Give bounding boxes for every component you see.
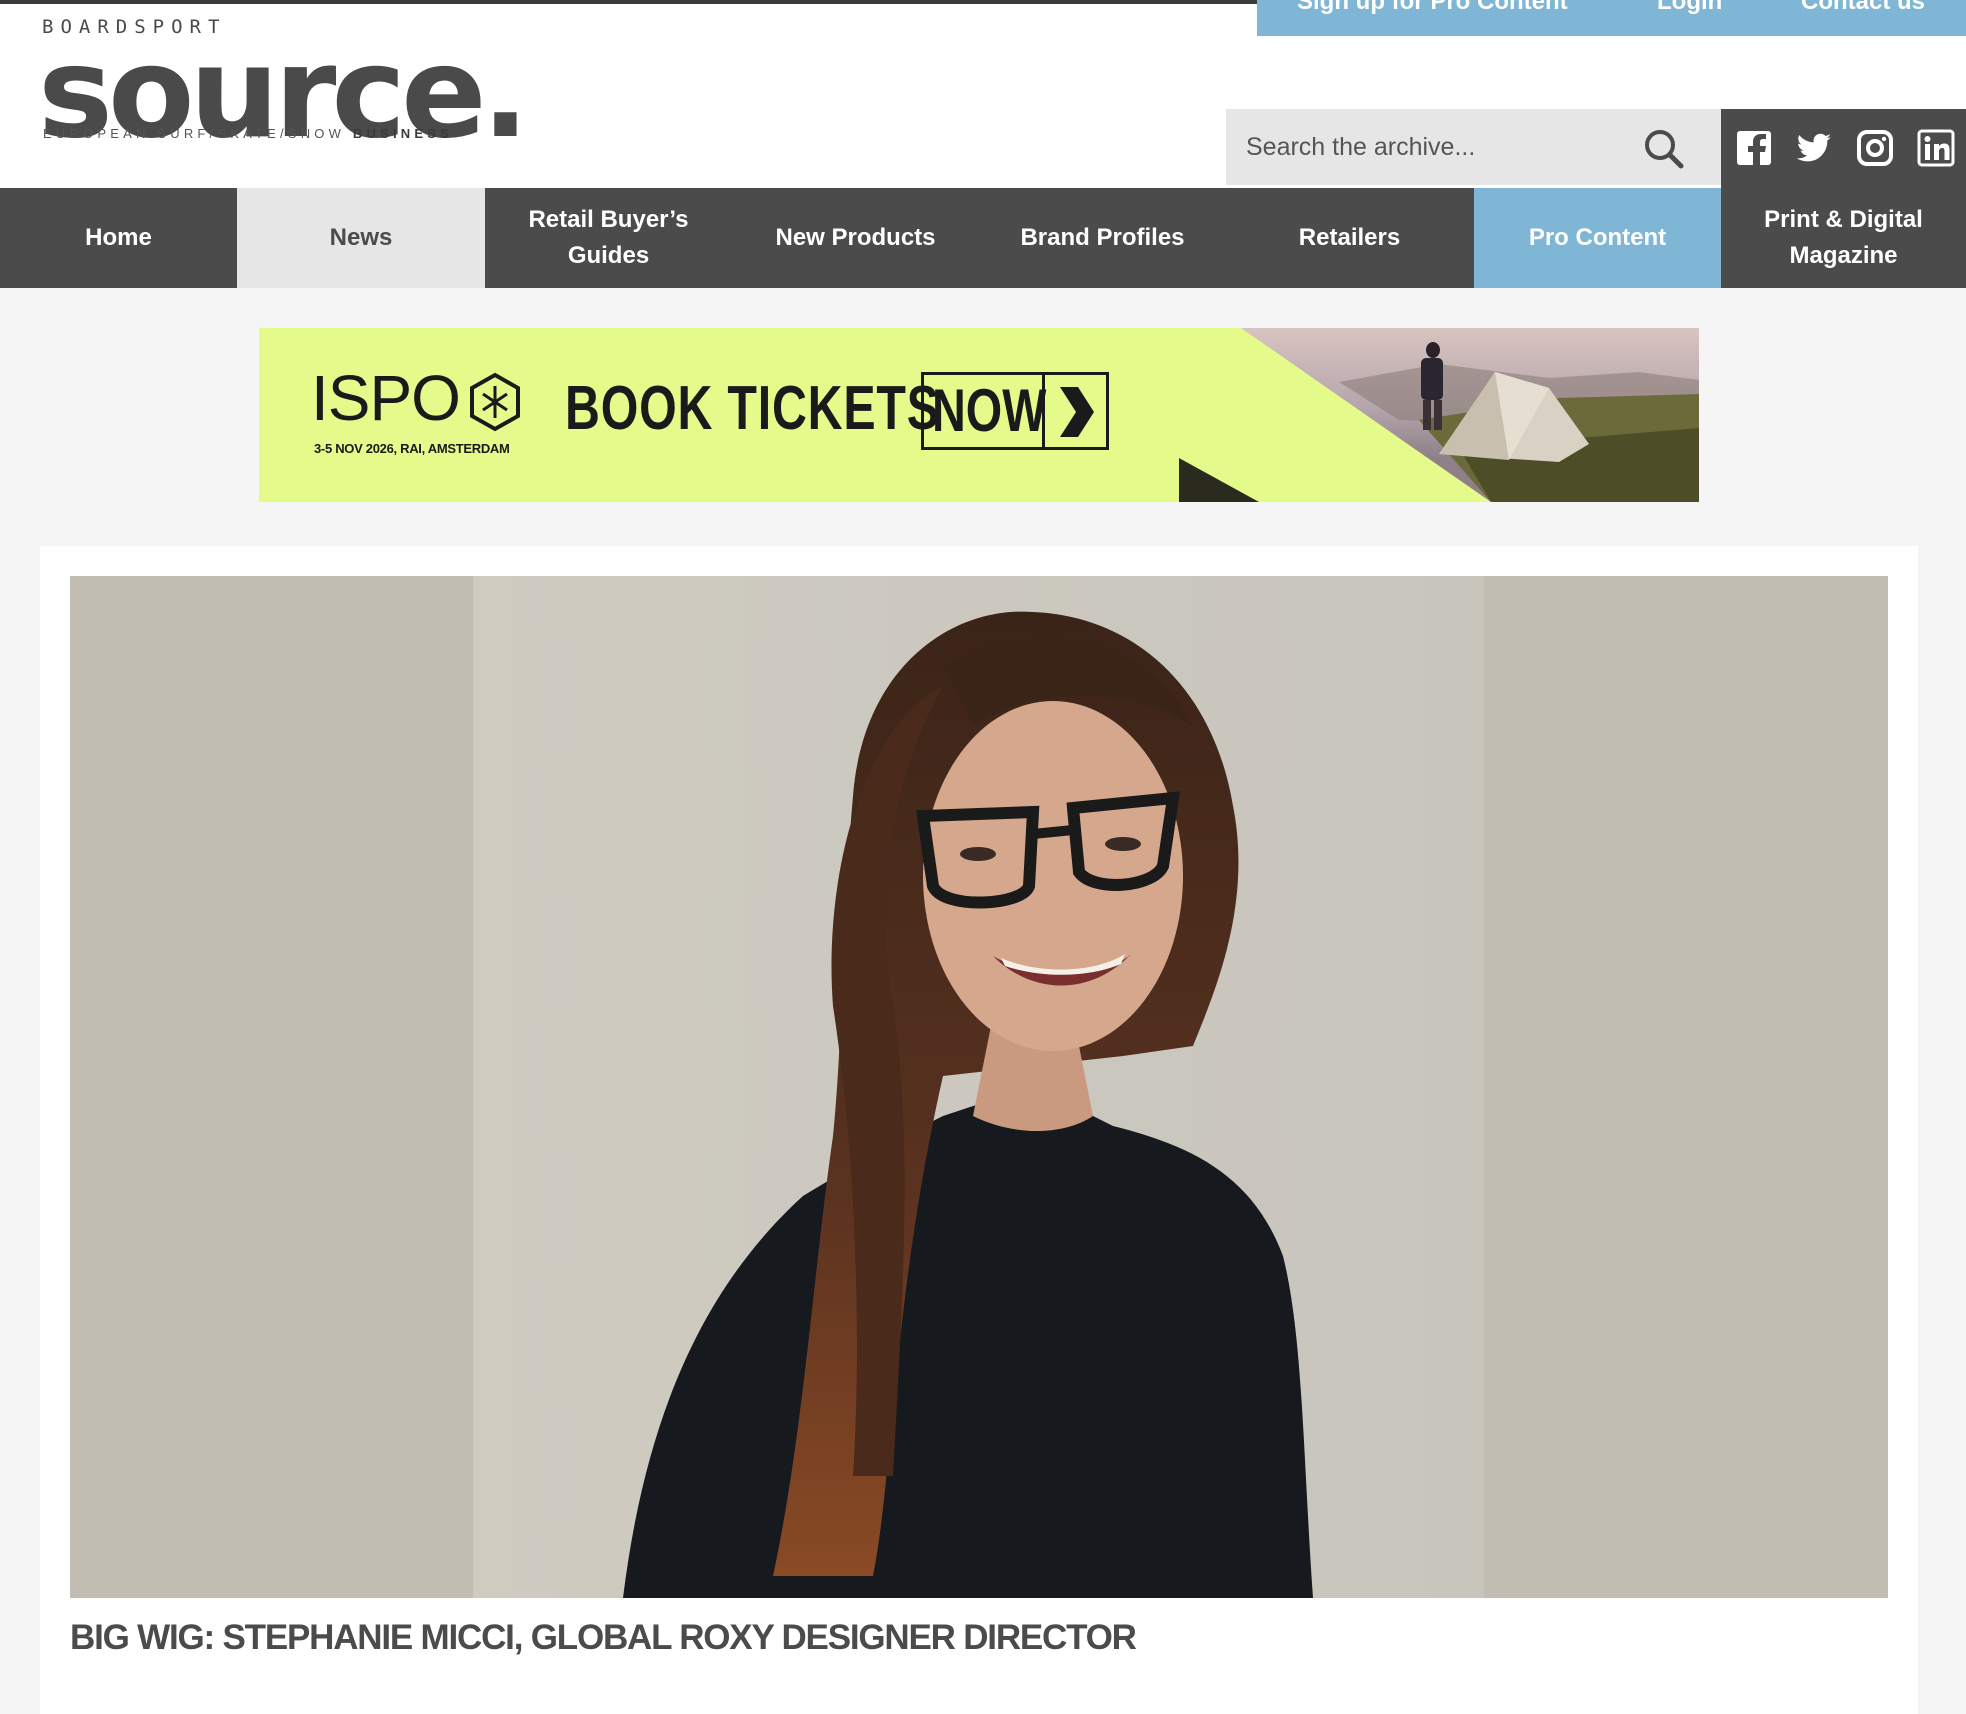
nav-new-products[interactable]: New Products <box>732 188 979 288</box>
ad-cta-divider <box>1042 375 1045 447</box>
login-link[interactable]: Login <box>1657 0 1722 16</box>
logo-tagline-bold: BUSINESS <box>352 126 453 141</box>
linkedin-link[interactable] <box>1917 129 1955 167</box>
top-links-bar: Sign up for Pro Content Login Contact us <box>1257 0 1966 36</box>
social-links <box>1721 109 1966 188</box>
article-card: BIG WIG: STEPHANIE MICCI, GLOBAL ROXY DE… <box>40 546 1918 1714</box>
nav-retailers[interactable]: Retailers <box>1226 188 1473 288</box>
chevron-right-icon <box>1060 387 1094 437</box>
linkedin-icon <box>1917 129 1955 167</box>
facebook-icon <box>1737 131 1771 165</box>
search-input[interactable] <box>1226 109 1646 185</box>
signup-pro-link[interactable]: Sign up for Pro Content <box>1297 0 1568 16</box>
search-icon <box>1645 130 1684 169</box>
article-title[interactable]: BIG WIG: STEPHANIE MICCI, GLOBAL ROXY DE… <box>70 1618 1137 1658</box>
nav-pro-content[interactable]: Pro Content <box>1474 188 1721 288</box>
instagram-link[interactable] <box>1856 129 1894 167</box>
instagram-icon <box>1857 130 1893 166</box>
ad-cta-label: NOW <box>932 377 1047 444</box>
main-nav: Home News Retail Buyer’s Guides New Prod… <box>0 188 1966 288</box>
nav-retail-buyers-guides[interactable]: Retail Buyer’s Guides <box>485 188 732 288</box>
nav-news[interactable]: News <box>237 188 485 288</box>
logo-tagline-text: EUROPEAN SURF/SKATE/SNOW <box>43 126 346 141</box>
twitter-link[interactable] <box>1795 129 1833 167</box>
ispo-event-date: 3-5 NOV 2026, RAI, AMSTERDAM <box>314 441 510 456</box>
facebook-link[interactable] <box>1735 129 1773 167</box>
ispo-brand: ISPO <box>311 362 461 434</box>
portrait-photo <box>473 576 1484 1598</box>
search-bar <box>1226 109 1721 185</box>
logo-tagline: EUROPEAN SURF/SKATE/SNOW BUSINESS <box>43 126 453 141</box>
ispo-logo-icon <box>470 372 520 432</box>
site-logo[interactable]: BOARDSPORT source. EUROPEAN SURF/SKATE/S… <box>38 16 529 156</box>
nav-print-digital-magazine[interactable]: Print & Digital Magazine <box>1721 188 1966 288</box>
search-button[interactable] <box>1642 127 1686 171</box>
ad-cta-button[interactable]: NOW <box>921 372 1109 450</box>
twitter-icon <box>1796 133 1831 162</box>
nav-home[interactable]: Home <box>0 188 237 288</box>
ispo-ad-banner[interactable]: ISPO 3-5 NOV 2026, RAI, AMSTERDAM BOOK T… <box>259 328 1699 502</box>
nav-brand-profiles[interactable]: Brand Profiles <box>979 188 1226 288</box>
article-hero-image[interactable] <box>70 576 1888 1598</box>
ad-headline: BOOK TICKETS <box>565 374 940 443</box>
contact-link[interactable]: Contact us <box>1801 0 1925 16</box>
